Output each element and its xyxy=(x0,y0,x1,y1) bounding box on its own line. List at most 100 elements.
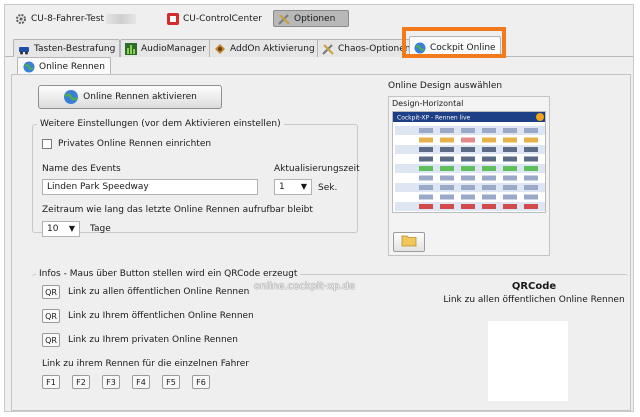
preview-cell xyxy=(461,147,475,152)
event-name-label: Name des Events xyxy=(42,164,121,174)
driver-f6-button[interactable]: F6 xyxy=(192,375,210,389)
design-name: Design-Horizontal xyxy=(392,99,464,108)
globe-icon xyxy=(23,61,35,73)
driver-f2-button[interactable]: F2 xyxy=(72,375,90,389)
preview-cell xyxy=(440,175,454,181)
design-preview-image[interactable]: Cockpit-XP - Rennen live xyxy=(392,111,546,213)
tools-icon xyxy=(322,43,334,55)
driver-f3-button[interactable]: F3 xyxy=(102,375,120,389)
preview-cell xyxy=(419,156,433,162)
preview-cell xyxy=(461,156,475,162)
preview-cell xyxy=(524,194,538,200)
controlcenter-icon xyxy=(167,12,179,25)
preview-cell xyxy=(482,166,496,171)
preview-cell xyxy=(419,128,433,133)
tab-cockpit-online[interactable]: Cockpit Online xyxy=(409,36,501,58)
tab-cockpit-online-label: Cockpit Online xyxy=(430,42,496,53)
tab-controlcenter-label: CU-ControlCenter xyxy=(183,13,262,24)
preview-cell xyxy=(524,156,538,162)
preview-cell xyxy=(461,128,475,133)
preview-cell xyxy=(524,128,538,133)
preview-cell xyxy=(461,137,475,143)
preview-cell xyxy=(482,185,496,190)
preview-cell xyxy=(524,175,538,181)
tab-key-penalty-label: Tasten-Bestrafung xyxy=(34,43,116,54)
preview-cell xyxy=(524,204,538,209)
dropdown-arrow-icon: ▼ xyxy=(300,182,307,191)
preview-cell xyxy=(440,194,454,200)
preview-cell xyxy=(524,147,538,152)
qr-own-public-button[interactable]: QR xyxy=(42,309,60,323)
preview-cell xyxy=(440,147,454,152)
tab-race[interactable]: CU-8-Fahrer-Test xyxy=(11,10,140,27)
preview-cell xyxy=(524,166,538,171)
sub-tab-bar: Tasten-Bestrafung AudioManager AddOn Akt… xyxy=(5,33,633,58)
period-label: Zeitraum wie lang das letzte Online Renn… xyxy=(42,205,313,215)
preview-cell xyxy=(440,166,454,171)
online-design-heading: Online Design auswählen xyxy=(388,81,503,91)
tab-online-race[interactable]: Online Rennen xyxy=(17,57,111,75)
preview-cell xyxy=(419,175,433,181)
qr-own-private-button[interactable]: QR xyxy=(42,333,60,347)
preview-cell xyxy=(461,194,475,200)
driver-f5-button[interactable]: F5 xyxy=(162,375,180,389)
update-time-select[interactable]: 1 ▼ xyxy=(274,179,312,195)
preview-cell xyxy=(482,194,496,200)
tab-addon-activation-label: AddOn Aktivierung xyxy=(230,43,315,54)
further-settings-group: Weitere Einstellungen (vor dem Aktiviere… xyxy=(32,119,358,233)
preview-cell xyxy=(503,175,517,181)
tab-key-penalty[interactable]: Tasten-Bestrafung xyxy=(13,39,121,57)
tools-icon xyxy=(278,13,290,25)
preview-cell xyxy=(503,156,517,162)
preview-cell xyxy=(503,128,517,133)
update-time-label: Aktualisierungszeit xyxy=(274,164,360,174)
preview-cell xyxy=(461,166,475,171)
period-select[interactable]: 10 ▼ xyxy=(42,221,80,237)
qrcode-caption: Link zu allen öffentlichen Online Rennen xyxy=(443,295,625,305)
tab-addon-activation[interactable]: AddOn Aktivierung xyxy=(209,39,320,57)
design-selector: Design-Horizontal Cockpit-XP - Rennen li… xyxy=(388,96,550,256)
preview-cell xyxy=(503,194,517,200)
tab-options-label: Optionen xyxy=(294,13,336,24)
preview-cell xyxy=(503,166,517,171)
qrcode-title: QRCode xyxy=(511,281,557,292)
link-own-public-label: Link zu Ihrem öffentlichen Online Rennen xyxy=(68,311,254,321)
preview-cell xyxy=(524,137,538,143)
preview-cell xyxy=(461,175,475,181)
preview-cell xyxy=(440,156,454,162)
further-settings-legend: Weitere Einstellungen (vor dem Aktiviere… xyxy=(40,119,281,129)
preview-cell xyxy=(482,147,496,152)
tab-online-race-label: Online Rennen xyxy=(39,61,105,72)
tab-options[interactable]: Optionen xyxy=(273,10,349,27)
preview-cell xyxy=(482,204,496,209)
tab-chaos-options-label: Chaos-Optionen xyxy=(338,43,411,54)
infos-legend: Infos - Maus über Button stellen wird ei… xyxy=(39,269,298,279)
driver-links-label: Link zu ihrem Rennen für die einzelnen F… xyxy=(42,359,250,369)
preview-cell xyxy=(503,185,517,190)
preview-cell xyxy=(440,204,454,209)
preview-cell xyxy=(440,185,454,190)
link-all-public-label: Link zu allen öffentlichen Online Rennen xyxy=(68,287,250,297)
period-value: 10 xyxy=(47,224,59,234)
tab-chaos-options[interactable]: Chaos-Optionen xyxy=(317,39,416,57)
car-icon xyxy=(18,43,30,55)
app-window: CU-8-Fahrer-Test CU-ControlCenter Option… xyxy=(4,4,634,412)
event-name-input[interactable]: Linden Park Speedway xyxy=(42,179,258,195)
driver-f4-button[interactable]: F4 xyxy=(132,375,150,389)
driver-f1-button[interactable]: F1 xyxy=(42,375,60,389)
private-race-checkbox[interactable] xyxy=(42,139,52,149)
preview-cell xyxy=(503,204,517,209)
online-race-panel: Online Rennen aktivieren Weitere Einstel… xyxy=(11,74,631,411)
activate-online-race-button[interactable]: Online Rennen aktivieren xyxy=(38,85,222,109)
gear-icon xyxy=(15,13,27,25)
preview-cell xyxy=(419,147,433,152)
period-unit: Tage xyxy=(90,224,111,234)
qr-all-public-button[interactable]: QR xyxy=(42,285,60,299)
preview-cell xyxy=(503,147,517,152)
preview-cell xyxy=(419,194,433,200)
tab-controlcenter[interactable]: CU-ControlCenter xyxy=(163,10,266,27)
tab-audiomanager[interactable]: AudioManager xyxy=(120,39,212,57)
preview-cell xyxy=(482,175,496,181)
open-design-folder-button[interactable] xyxy=(393,232,425,252)
preview-cell xyxy=(440,128,454,133)
